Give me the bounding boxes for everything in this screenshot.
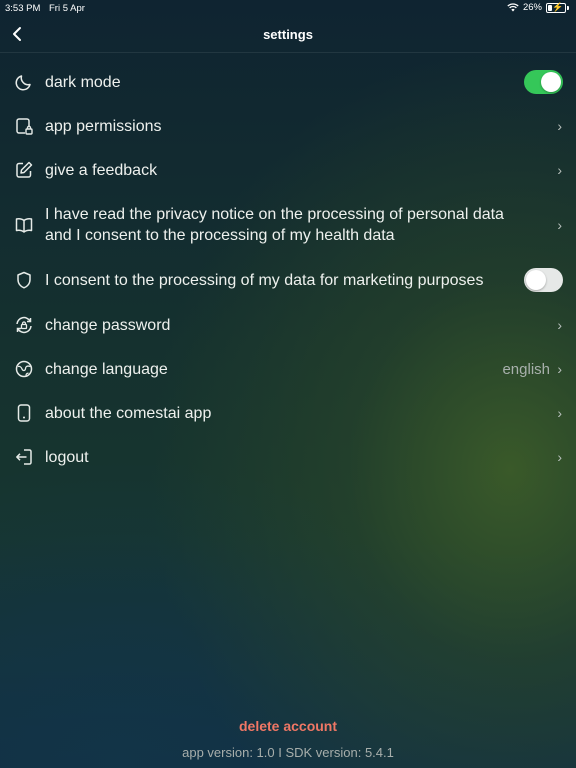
chevron-right-icon: › <box>557 162 562 178</box>
chevron-right-icon: › <box>557 317 562 333</box>
logout-icon <box>14 447 34 467</box>
battery-icon: ⚡ <box>546 1 566 13</box>
app-permissions-label: app permissions <box>45 117 162 135</box>
moon-icon <box>14 72 34 92</box>
status-date: Fri 5 Apr <box>49 3 85 14</box>
marketing-label: I consent to the processing of my data f… <box>45 271 484 289</box>
book-icon <box>14 215 34 235</box>
lock-refresh-icon <box>14 315 34 335</box>
setting-logout[interactable]: logout › <box>0 435 576 479</box>
setting-change-language[interactable]: change language english › <box>0 347 576 391</box>
chevron-right-icon: › <box>557 361 562 377</box>
globe-icon <box>14 359 34 379</box>
dark-mode-label: dark mode <box>45 73 121 91</box>
setting-app-permissions[interactable]: app permissions › <box>0 104 576 148</box>
privacy-label: I have read the privacy notice on the pr… <box>45 206 504 244</box>
shield-icon <box>14 270 34 290</box>
dark-mode-toggle[interactable] <box>524 70 563 94</box>
charging-icon: ⚡ <box>552 1 564 12</box>
setting-marketing-consent: I consent to the processing of my data f… <box>0 258 576 302</box>
chevron-right-icon: › <box>557 217 562 233</box>
change-language-label: change language <box>45 360 168 378</box>
status-time: 3:53 PM <box>5 3 41 14</box>
setting-feedback[interactable]: give a feedback › <box>0 148 576 192</box>
language-value: english <box>502 360 550 378</box>
about-label: about the comestai app <box>45 404 212 422</box>
setting-dark-mode: dark mode <box>0 60 576 104</box>
nav-bar: settings <box>0 17 576 53</box>
chevron-right-icon: › <box>557 118 562 134</box>
setting-about[interactable]: about the comestai app › <box>0 391 576 435</box>
edit-icon <box>14 160 34 180</box>
battery-cap <box>567 5 569 10</box>
status-right: 26% ⚡ <box>507 2 569 13</box>
delete-account-button[interactable]: delete account <box>0 718 576 734</box>
status-bar: 3:53 PM Fri 5 Apr 26% ⚡ <box>0 0 576 16</box>
chevron-right-icon: › <box>557 449 562 465</box>
setting-change-password[interactable]: change password › <box>0 303 576 347</box>
chevron-right-icon: › <box>557 405 562 421</box>
phone-icon <box>14 403 34 423</box>
logout-label: logout <box>45 448 89 466</box>
version-text: app version: 1.0 I SDK version: 5.4.1 <box>182 745 394 760</box>
page-title: settings <box>263 27 313 42</box>
change-password-label: change password <box>45 316 171 334</box>
setting-privacy-notice[interactable]: I have read the privacy notice on the pr… <box>0 193 576 257</box>
toggle-knob <box>526 270 546 290</box>
battery-percent: 26% <box>522 2 542 13</box>
marketing-toggle[interactable] <box>524 268 563 292</box>
lock-file-icon <box>14 116 34 136</box>
wifi-icon <box>507 3 519 12</box>
feedback-label: give a feedback <box>45 161 158 179</box>
toggle-knob <box>541 72 561 92</box>
